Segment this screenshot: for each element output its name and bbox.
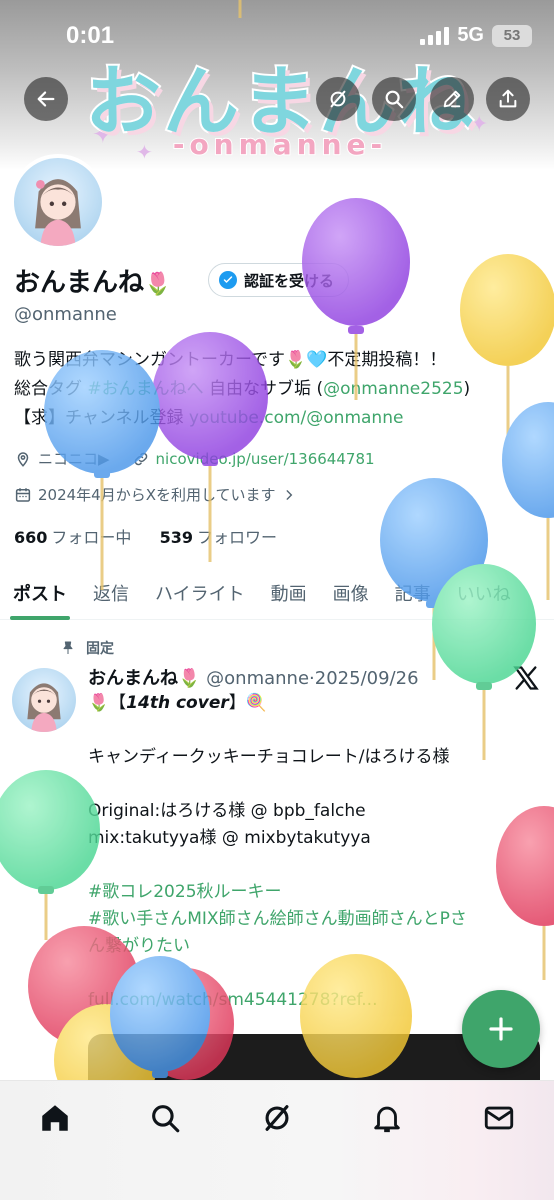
signal-icon	[420, 26, 450, 45]
post-line-2: キャンディークッキーチョコレート/はろける様	[88, 747, 450, 767]
profile-avatar[interactable]	[10, 154, 106, 250]
grok-icon[interactable]	[260, 1101, 294, 1135]
followers-count: 539	[159, 528, 194, 547]
arrow-left-icon	[37, 91, 55, 107]
verified-badge-icon	[219, 271, 237, 289]
search-icon	[385, 90, 404, 109]
post-line-3: Original:はろける様 @ bpb_falche	[88, 801, 366, 821]
pen-icon	[443, 90, 461, 108]
bio-text: )	[463, 379, 471, 399]
compose-post-button[interactable]	[462, 990, 540, 1068]
followers-link[interactable]: 539 フォロワー	[160, 528, 277, 547]
post-avatar[interactable]	[12, 668, 76, 732]
link-icon	[134, 452, 147, 465]
share-icon	[499, 89, 517, 108]
tab-videos[interactable]: 動画	[258, 566, 320, 620]
tab-replies[interactable]: 返信	[80, 566, 142, 620]
tab-highlights[interactable]: ハイライト	[142, 566, 258, 620]
grok-icon	[330, 90, 346, 108]
location-pin-icon	[17, 451, 29, 467]
calendar-icon	[15, 487, 31, 502]
edit-button[interactable]	[430, 77, 474, 121]
post-title-italic: 14th cover	[126, 693, 229, 713]
mail-icon[interactable]	[482, 1101, 516, 1135]
following-label: フォロー中	[51, 528, 132, 547]
bio-hashtag-link[interactable]: #おんまんねへ	[87, 379, 203, 399]
status-indicators: 5G 53	[420, 24, 532, 47]
tab-articles[interactable]: 記事	[382, 566, 444, 620]
bell-icon[interactable]	[370, 1101, 404, 1135]
get-verified-label: 認証を受ける	[244, 271, 335, 290]
followers-label: フォロワー	[197, 528, 278, 547]
post-date[interactable]: 2025/09/26	[315, 668, 419, 689]
post-author-handle: @onmanne	[206, 668, 310, 689]
bio-text: 【求】チャンネル登録	[14, 408, 189, 428]
share-button[interactable]	[486, 77, 530, 121]
avatar-illustration	[35, 179, 81, 246]
back-button[interactable]	[24, 77, 68, 121]
bio-line-2: 総合タグ #おんまんねへ 自由なサブ垢 (@onmanne2525)	[14, 375, 544, 404]
post-author-name[interactable]: おんまんね🌷	[88, 668, 200, 689]
post-hashtag-2-cont[interactable]: ん繋がりたい	[88, 933, 544, 960]
plus-icon	[489, 1017, 513, 1041]
bio-line-1: 歌う関西弁マシンガントーカーです🌷🩵不定期投稿！！	[14, 350, 447, 370]
grok-button[interactable]	[316, 77, 360, 121]
post-line-4: mix:takutyya様 @ mixbytakutyya	[88, 828, 371, 848]
profile-meta-location-website: ニコニコ▶ nicovideo.jp/user/136644781	[14, 448, 375, 469]
profile-bio: 歌う関西弁マシンガントーカーです🌷🩵不定期投稿！！ 総合タグ #おんまんねへ 自…	[14, 346, 544, 433]
tab-posts[interactable]: ポスト	[0, 566, 80, 620]
search-icon[interactable]	[148, 1101, 182, 1135]
balloon-green	[0, 770, 100, 890]
bio-text: 自由なサブ垢 (	[203, 379, 324, 399]
search-button[interactable]	[372, 77, 416, 121]
bio-text: 総合タグ	[14, 379, 88, 399]
pin-icon	[63, 641, 73, 654]
avatar-illustration	[27, 683, 61, 732]
following-link[interactable]: 660 フォロー中	[14, 528, 131, 547]
profile-joined-date: 2024年4月からXを利用しています	[38, 486, 276, 504]
home-icon[interactable]	[38, 1101, 72, 1135]
get-verified-button[interactable]: 認証を受ける	[208, 263, 350, 297]
post-text-span: 🌷【	[88, 693, 127, 713]
post-text-span: 】🍭	[228, 693, 267, 713]
display-name: おんまんね🌷	[14, 262, 171, 299]
profile-handle: @onmanne	[14, 304, 117, 325]
tulip-emoji: 🌷	[144, 272, 172, 297]
post-line-1: 🌷【14th cover】🍭	[88, 690, 544, 717]
tab-images[interactable]: 画像	[320, 566, 382, 620]
post-hashtag-2[interactable]: #歌い手さんMIX師さん絵師さん動画師さんとPさ	[88, 906, 544, 933]
profile-joined-row[interactable]: 2024年4月からXを利用しています	[14, 484, 296, 505]
profile-location: ニコニコ▶	[38, 450, 110, 468]
network-label: 5G	[457, 24, 484, 46]
battery-icon: 53	[492, 24, 532, 47]
profile-website-link[interactable]: nicovideo.jp/user/136644781	[156, 450, 375, 468]
chevron-right-icon	[286, 489, 292, 500]
display-name-text: おんまんね	[14, 268, 145, 298]
follow-stats: 660 フォロー中 539 フォロワー	[14, 524, 277, 548]
bio-line-3: 【求】チャンネル登録 youtube.com/@onmanne	[14, 404, 544, 433]
post-hashtag-1[interactable]: #歌コレ2025秋ルーキー	[88, 879, 544, 906]
post-header: おんまんね🌷 @onmanne·2025/09/26	[88, 664, 419, 690]
pinned-label: 固定	[86, 641, 114, 657]
balloon-purple	[302, 198, 410, 326]
profile-tabs: ポスト 返信 ハイライト 動画 画像 記事 いいね	[0, 566, 554, 620]
banner-subtitle: -onmanne-	[172, 127, 388, 162]
bio-youtube-link[interactable]: youtube.com/@onmanne	[189, 408, 404, 428]
tab-likes[interactable]: いいね	[444, 566, 524, 620]
status-time: 0:01	[66, 22, 115, 49]
bio-mention-link[interactable]: @onmanne2525	[323, 379, 463, 399]
following-count: 660	[14, 528, 48, 547]
x-logo-icon	[513, 666, 539, 690]
bottom-navigation	[0, 1080, 554, 1200]
post-text: 🌷【14th cover】🍭 キャンディークッキーチョコレート/はろける様 Or…	[88, 690, 544, 1014]
pinned-indicator: 固定	[60, 638, 114, 658]
